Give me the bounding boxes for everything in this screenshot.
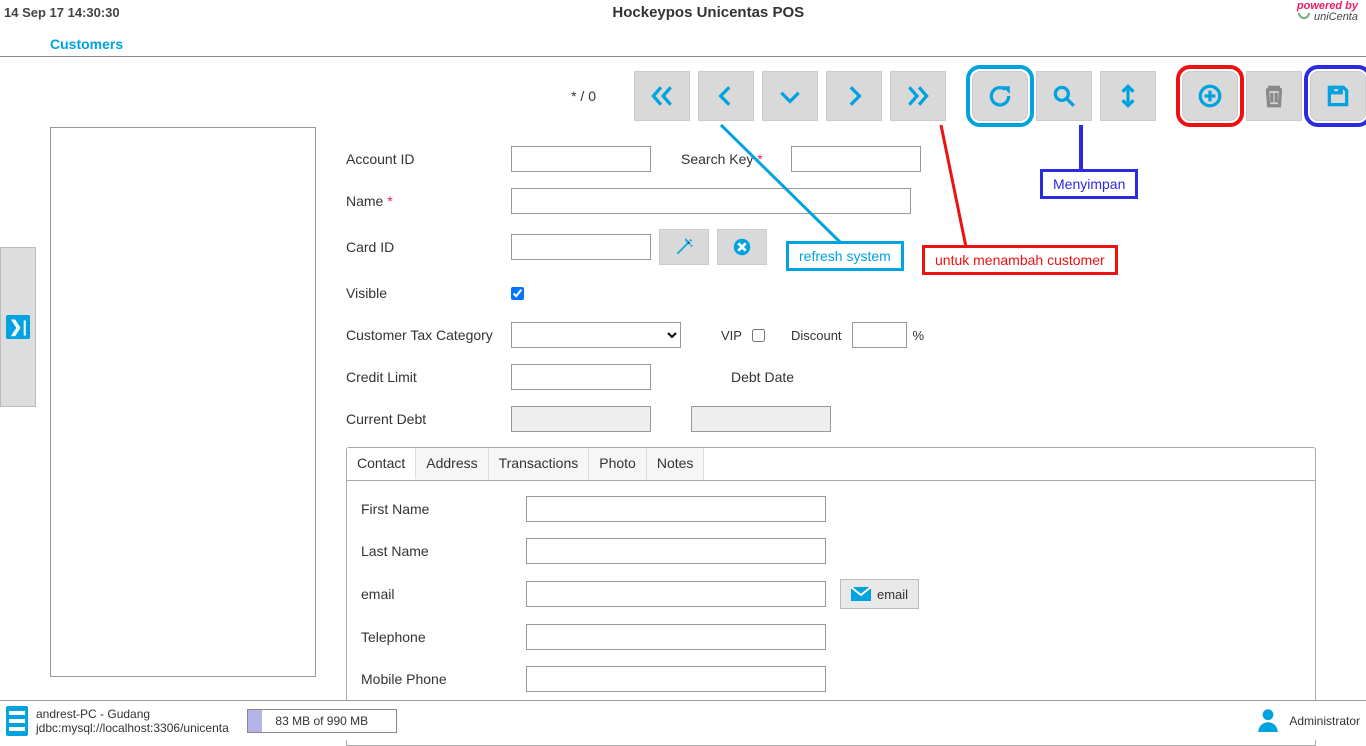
memory-usage: 83 MB of 990 MB — [247, 709, 397, 733]
clear-icon — [731, 236, 753, 258]
tab-address[interactable]: Address — [416, 448, 488, 480]
current-debt-field — [511, 406, 651, 432]
label-email: email — [361, 586, 526, 602]
tab-contact[interactable]: Contact — [347, 448, 416, 480]
status-bar: andrest-PC - Gudang jdbc:mysql://localho… — [0, 700, 1366, 740]
double-chevron-right-icon — [905, 83, 931, 109]
add-button[interactable] — [1182, 71, 1238, 121]
email-input[interactable] — [526, 581, 826, 607]
customer-form-panel: * / 0 — [316, 57, 1366, 746]
prev-button[interactable] — [698, 71, 754, 121]
visible-checkbox[interactable] — [511, 287, 524, 300]
mobile-input[interactable] — [526, 666, 826, 692]
search-icon — [1051, 83, 1077, 109]
tab-photo[interactable]: Photo — [589, 448, 647, 480]
dropdown-button[interactable] — [762, 71, 818, 121]
label-name: Name — [346, 193, 383, 209]
next-button[interactable] — [826, 71, 882, 121]
label-card-id: Card ID — [346, 239, 511, 255]
debt-date-field — [691, 406, 831, 432]
discount-input[interactable] — [852, 322, 907, 348]
save-button[interactable] — [1310, 71, 1366, 121]
callout-add: untuk menambah customer — [922, 245, 1118, 275]
host-label: andrest-PC - Gudang — [36, 707, 229, 721]
user-icon — [1255, 706, 1281, 735]
callout-save: Menyimpan — [1040, 169, 1138, 199]
chevron-right-icon — [841, 83, 867, 109]
name-input[interactable] — [511, 188, 911, 214]
send-email-button[interactable]: email — [840, 579, 919, 609]
tab-notes[interactable]: Notes — [647, 448, 705, 480]
search-button[interactable] — [1036, 71, 1092, 121]
section-title: Customers — [0, 32, 1366, 57]
side-panel-toggle[interactable]: ❯| — [0, 247, 36, 407]
connection-info: andrest-PC - Gudang jdbc:mysql://localho… — [36, 707, 229, 735]
toolbar: * / 0 — [346, 71, 1366, 121]
app-title: Hockeypos Unicentas POS — [120, 4, 1297, 21]
first-button[interactable] — [634, 71, 690, 121]
chevron-down-icon — [777, 83, 803, 109]
sort-button[interactable] — [1100, 71, 1156, 121]
expand-icon: ❯| — [6, 315, 30, 339]
callout-refresh: refresh system — [786, 241, 904, 271]
label-mobile: Mobile Phone — [361, 671, 526, 687]
label-vip: VIP — [721, 328, 742, 343]
label-first-name: First Name — [361, 501, 526, 517]
delete-button[interactable] — [1246, 71, 1302, 121]
plus-circle-icon — [1197, 83, 1223, 109]
label-discount: Discount — [791, 328, 842, 343]
card-clear-button[interactable] — [717, 229, 767, 265]
record-counter: * / 0 — [346, 88, 626, 104]
user-label: Administrator — [1289, 714, 1360, 728]
timestamp: 14 Sep 17 14:30:30 — [4, 5, 120, 20]
label-telephone: Telephone — [361, 629, 526, 645]
last-button[interactable] — [890, 71, 946, 121]
floppy-disk-icon — [1325, 83, 1351, 109]
label-debt-date: Debt Date — [731, 369, 841, 385]
label-last-name: Last Name — [361, 543, 526, 559]
double-chevron-left-icon — [649, 83, 675, 109]
envelope-icon — [851, 587, 871, 601]
tax-category-select[interactable] — [511, 322, 681, 348]
label-tax-category: Customer Tax Category — [346, 327, 511, 343]
telephone-input[interactable] — [526, 624, 826, 650]
label-account-id: Account ID — [346, 151, 511, 167]
database-icon — [6, 706, 28, 736]
label-visible: Visible — [346, 285, 511, 301]
first-name-input[interactable] — [526, 496, 826, 522]
tab-transactions[interactable]: Transactions — [489, 448, 590, 480]
label-current-debt: Current Debt — [346, 411, 511, 427]
up-down-arrow-icon — [1115, 83, 1141, 109]
credit-limit-input[interactable] — [511, 364, 651, 390]
label-credit-limit: Credit Limit — [346, 369, 511, 385]
customer-list-panel[interactable] — [50, 127, 316, 677]
last-name-input[interactable] — [526, 538, 826, 564]
account-id-input[interactable] — [511, 146, 651, 172]
refresh-button[interactable] — [972, 71, 1028, 121]
search-key-input[interactable] — [791, 146, 921, 172]
powered-by: powered by uniCenta — [1297, 2, 1362, 23]
chevron-left-icon — [713, 83, 739, 109]
top-bar: 14 Sep 17 14:30:30 Hockeypos Unicentas P… — [0, 0, 1366, 24]
unicenta-logo-icon — [1297, 11, 1311, 23]
detail-tabs: Contact Address Transactions Photo Notes — [346, 447, 1316, 481]
card-id-input[interactable] — [511, 234, 651, 260]
discount-suffix: % — [913, 328, 925, 343]
label-search-key: Search Key — [681, 151, 753, 167]
wand-icon — [674, 237, 694, 257]
card-generate-button[interactable] — [659, 229, 709, 265]
vip-checkbox[interactable] — [752, 329, 765, 342]
jdbc-label: jdbc:mysql://localhost:3306/unicenta — [36, 721, 229, 735]
trash-icon — [1261, 83, 1287, 109]
refresh-icon — [987, 83, 1013, 109]
